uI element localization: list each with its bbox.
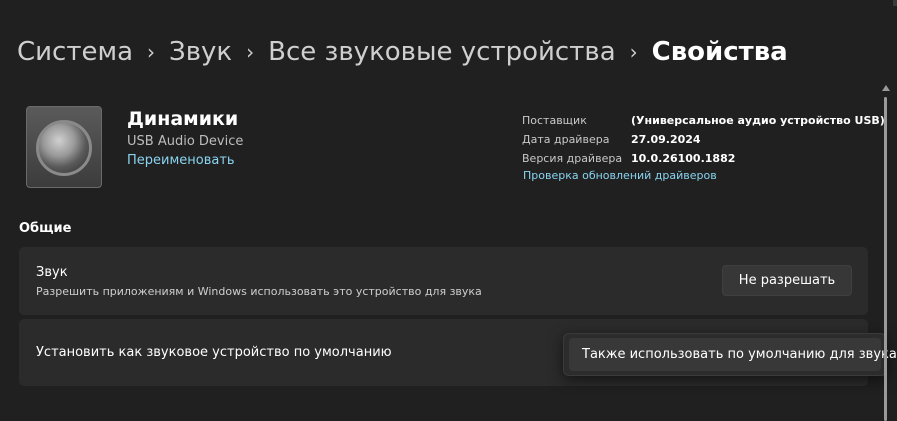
breadcrumb-item-all-devices[interactable]: Все звуковые устройства: [268, 34, 615, 70]
driver-info-label: Дата драйвера: [522, 133, 610, 146]
section-title-general: Общие: [19, 221, 72, 236]
breadcrumb-item-system[interactable]: Система: [17, 34, 133, 70]
driver-info-row: Поставщик (Универсальное аудио устройств…: [522, 111, 885, 130]
driver-info-row: Дата драйвера 27.09.2024: [522, 130, 885, 149]
check-driver-updates-link[interactable]: Проверка обновлений драйверов: [523, 169, 717, 182]
chevron-right-icon: ›: [147, 40, 156, 64]
settings-window: Система › Звук › Все звуковые устройства…: [0, 0, 897, 421]
audio-permission-card: Звук Разрешить приложениям и Windows исп…: [19, 247, 868, 315]
device-name: Динамики: [127, 108, 239, 130]
driver-info-label: Версия драйвера: [522, 152, 623, 165]
audio-card-description: Разрешить приложениям и Windows использо…: [36, 285, 482, 298]
dropdown-item-also-default-sound[interactable]: Также использовать по умолчанию для звук…: [569, 338, 897, 371]
default-device-dropdown: Также использовать по умолчанию для звук…: [563, 333, 897, 376]
speaker-icon: [26, 106, 102, 188]
driver-info-value: (Универсальное аудио устройство USB): [631, 114, 885, 127]
scroll-thumb[interactable]: [884, 97, 887, 421]
scroll-up-arrow-icon[interactable]: [882, 85, 890, 91]
driver-info-label: Поставщик: [522, 114, 587, 127]
breadcrumb-item-sound[interactable]: Звук: [169, 34, 232, 70]
scrollbar[interactable]: [880, 85, 892, 421]
device-subtitle: USB Audio Device: [127, 134, 244, 149]
default-device-title: Установить как звуковое устройство по ум…: [36, 345, 392, 360]
chevron-right-icon: ›: [629, 40, 638, 64]
page-title: Свойства: [651, 37, 788, 67]
deny-button[interactable]: Не разрешать: [722, 265, 852, 296]
driver-info-row: Версия драйвера 10.0.26100.1882: [522, 149, 885, 168]
driver-info-value: 27.09.2024: [631, 133, 701, 146]
driver-info: Поставщик (Универсальное аудио устройств…: [522, 111, 885, 168]
breadcrumb: Система › Звук › Все звуковые устройства…: [17, 34, 788, 70]
audio-card-title: Звук: [36, 265, 68, 280]
rename-link[interactable]: Переименовать: [127, 153, 235, 168]
window-edge: [893, 0, 897, 6]
chevron-right-icon: ›: [246, 40, 255, 64]
speaker-cone: [36, 120, 92, 176]
driver-info-value: 10.0.26100.1882: [631, 152, 736, 165]
